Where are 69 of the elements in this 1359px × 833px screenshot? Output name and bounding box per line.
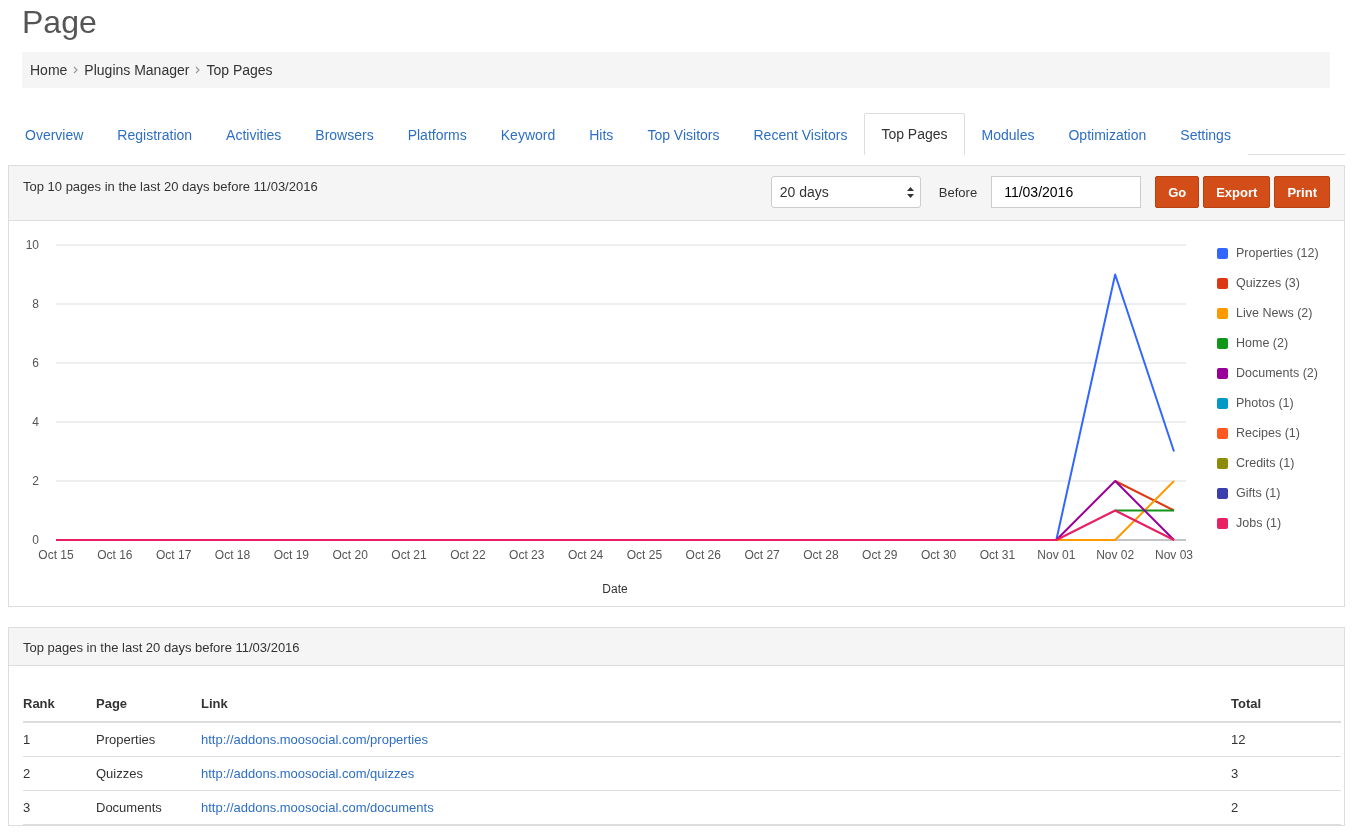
before-label: Before xyxy=(938,184,978,200)
y-tick-label: 8 xyxy=(32,297,39,311)
x-tick-label: Oct 27 xyxy=(744,548,780,562)
legend-label: Credits (1) xyxy=(1236,456,1295,470)
page-link[interactable]: http://addons.moosocial.com/quizzes xyxy=(201,766,415,781)
panel-heading: Top pages in the last 20 days before 11/03/2016 xyxy=(23,640,300,655)
x-tick-label: Oct 26 xyxy=(685,548,721,562)
table-cell: 12 xyxy=(1231,732,1246,747)
table-cell: 3 xyxy=(1231,766,1239,781)
column-header: Rank xyxy=(23,680,96,722)
x-tick-label: Oct 28 xyxy=(803,548,839,562)
x-tick-label: Oct 30 xyxy=(920,548,957,562)
panel-heading: Top 10 pages in the last 20 days before 11/03/2016 xyxy=(23,179,318,194)
breadcrumb-link[interactable]: Home xyxy=(30,62,68,78)
breadcrumb-link[interactable]: Top Pages xyxy=(206,62,273,78)
x-tick-label: Oct 15 xyxy=(38,548,74,562)
period-select[interactable]: 20 days xyxy=(770,176,921,208)
x-tick-label: Nov 02 xyxy=(1096,548,1135,562)
legend-label: Photos (1) xyxy=(1236,396,1294,410)
legend-label: Documents (2) xyxy=(1236,366,1318,380)
legend-label: Home (2) xyxy=(1236,336,1289,350)
chevron-icon xyxy=(195,66,201,74)
y-tick-label: 0 xyxy=(32,533,39,547)
action-button[interactable]: Print xyxy=(1274,176,1330,208)
legend-label: Jobs (1) xyxy=(1236,516,1282,530)
tab[interactable]: Top Pages xyxy=(864,113,965,155)
action-button[interactable]: Go xyxy=(1155,176,1200,208)
x-tick-label: Oct 19 xyxy=(273,548,310,562)
table-cell: 2 xyxy=(1231,800,1239,815)
column-header: Total xyxy=(1231,680,1341,722)
page-title: Page xyxy=(22,3,98,42)
x-tick-label: Oct 31 xyxy=(979,548,1016,562)
x-tick-label: Oct 25 xyxy=(626,548,663,562)
page-link[interactable]: http://addons.moosocial.com/properties xyxy=(201,732,428,747)
date-field[interactable]: 11/03/2016 xyxy=(991,176,1142,208)
breadcrumb-link[interactable]: Plugins Manager xyxy=(84,62,190,78)
x-tick-label: Oct 20 xyxy=(332,548,368,562)
x-tick-label: Oct 22 xyxy=(450,548,486,562)
legend-label: Live News (2) xyxy=(1236,306,1313,320)
x-tick-label: Oct 18 xyxy=(214,548,251,562)
y-tick-label: 10 xyxy=(25,238,39,252)
table-cell: 1 xyxy=(23,732,31,747)
page-link[interactable]: http://addons.moosocial.com/documents xyxy=(201,800,434,815)
table-cell: 2 xyxy=(23,766,31,781)
x-tick-label: Oct 24 xyxy=(567,548,604,562)
y-tick-label: 4 xyxy=(32,415,39,429)
action-button[interactable]: Export xyxy=(1203,176,1271,208)
column-header: Page xyxy=(96,680,201,722)
up-down-arrows-icon xyxy=(906,186,914,198)
x-tick-label: Oct 29 xyxy=(862,548,898,562)
x-tick-label: Oct 23 xyxy=(509,548,545,562)
y-tick-label: 2 xyxy=(32,474,39,488)
x-tick-label: Oct 17 xyxy=(156,548,192,562)
table-cell: Quizzes xyxy=(96,766,143,781)
chevron-icon xyxy=(73,66,79,74)
legend-label: Properties (12) xyxy=(1236,246,1319,260)
table-cell: Documents xyxy=(96,800,162,815)
x-tick-label: Oct 16 xyxy=(97,548,133,562)
table-cell: 3 xyxy=(23,800,31,815)
x-tick-label: Oct 21 xyxy=(391,548,427,562)
legend-label: Recipes (1) xyxy=(1236,426,1300,440)
column-header: Link xyxy=(201,680,1231,722)
x-tick-label: Nov 01 xyxy=(1037,548,1076,562)
x-tick-label: Nov 03 xyxy=(1155,548,1193,562)
legend-label: Gifts (1) xyxy=(1236,486,1281,500)
table-cell: Properties xyxy=(96,732,156,747)
y-tick-label: 6 xyxy=(32,356,39,370)
legend-label: Quizzes (3) xyxy=(1236,276,1300,290)
x-axis-title: Date xyxy=(602,582,628,596)
